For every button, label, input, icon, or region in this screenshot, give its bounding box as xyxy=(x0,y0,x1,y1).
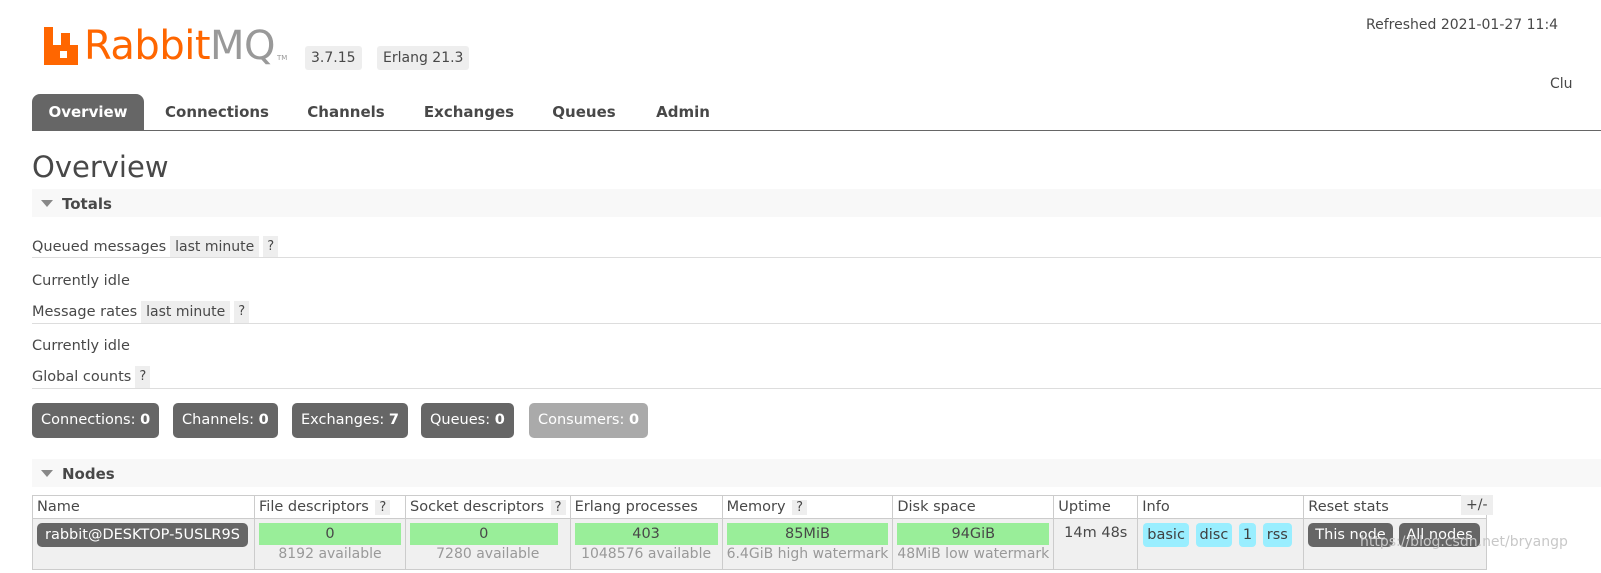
memory-watermark: 6.4GiB high watermark xyxy=(726,546,889,562)
help-icon[interactable]: ? xyxy=(234,301,250,323)
node-name-link[interactable]: rabbit@DESKTOP-5USLR9S xyxy=(37,523,248,547)
count-value: 0 xyxy=(258,412,269,428)
nodes-table: Name File descriptors ? Socket descripto… xyxy=(32,495,1488,570)
logo-text-rabbit: Rabbit xyxy=(84,23,211,69)
col-erlang-processes: Erlang processes xyxy=(569,495,723,519)
watermark-text: https://blog.csdn.net/bryangp xyxy=(1360,534,1568,550)
divider xyxy=(32,388,1601,389)
memory-bar: 85MiB xyxy=(726,523,889,545)
socket-descriptors-available: 7280 available xyxy=(436,546,540,562)
consumers-count-button[interactable]: Consumers: 0 xyxy=(529,403,649,438)
version-badge: 3.7.15 xyxy=(305,46,362,70)
cell-info: basic disc 1 rss xyxy=(1137,518,1305,570)
col-label: Memory xyxy=(726,499,786,515)
logo-text-mq: MQ xyxy=(210,23,276,69)
cell-erlang-processes: 403 1048576 available xyxy=(569,518,723,570)
rabbitmq-logo-icon xyxy=(44,27,78,65)
global-counts-row: Global counts ? xyxy=(32,366,151,388)
col-label: File descriptors xyxy=(259,499,369,515)
col-info: Info xyxy=(1137,495,1305,519)
tab-channels[interactable]: Channels xyxy=(298,94,394,130)
cell-socket-descriptors: 0 7280 available xyxy=(405,518,571,570)
tab-queues[interactable]: Queues xyxy=(544,94,624,130)
col-name: Name xyxy=(32,495,255,519)
col-file-descriptors: File descriptors ? xyxy=(254,495,406,519)
file-descriptors-bar: 0 xyxy=(259,523,401,545)
socket-descriptors-bar: 0 xyxy=(410,523,558,545)
help-icon[interactable]: ? xyxy=(550,500,566,515)
collapse-triangle-icon xyxy=(41,470,53,477)
nodes-section-header[interactable]: Nodes xyxy=(32,459,1601,487)
tab-overview[interactable]: Overview xyxy=(32,94,144,130)
tab-admin[interactable]: Admin xyxy=(646,94,720,130)
cell-memory: 85MiB 6.4GiB high watermark xyxy=(721,518,894,570)
queued-messages-row: Queued messages last minute ? xyxy=(32,236,279,258)
help-icon[interactable]: ? xyxy=(375,500,391,515)
help-icon[interactable]: ? xyxy=(135,366,151,388)
main-nav-tabs: Overview Connections Channels Exchanges … xyxy=(32,94,1601,131)
help-icon[interactable]: ? xyxy=(263,236,279,258)
nodes-title: Nodes xyxy=(62,465,115,483)
erlang-version-badge: Erlang 21.3 xyxy=(377,46,470,70)
col-label: Socket descriptors xyxy=(410,499,545,515)
tab-connections[interactable]: Connections xyxy=(158,94,276,130)
count-label: Channels: xyxy=(182,412,254,428)
table-header-row: Name File descriptors ? Socket descripto… xyxy=(32,495,1488,519)
channels-count-button[interactable]: Channels: 0 xyxy=(173,403,278,438)
cell-file-descriptors: 0 8192 available xyxy=(254,518,406,570)
exchanges-count-button[interactable]: Exchanges: 7 xyxy=(292,403,408,438)
disk-watermark: 48MiB low watermark xyxy=(897,546,1050,562)
count-value: 0 xyxy=(629,412,640,428)
tab-exchanges[interactable]: Exchanges xyxy=(416,94,522,130)
queued-period-selector[interactable]: last minute xyxy=(170,236,260,258)
connections-count-button[interactable]: Connections: 0 xyxy=(32,403,160,438)
page-title: Overview xyxy=(32,150,169,184)
message-rates-row: Message rates last minute ? xyxy=(32,301,250,323)
logo-trademark: TM xyxy=(277,54,288,62)
column-toggle-button[interactable]: +/- xyxy=(1461,495,1493,515)
count-label: Queues: xyxy=(430,412,491,428)
rates-period-selector[interactable]: last minute xyxy=(141,301,231,323)
count-value: 0 xyxy=(494,412,505,428)
totals-section-header[interactable]: Totals xyxy=(32,189,1601,217)
count-value: 0 xyxy=(140,412,151,428)
erlang-processes-available: 1048576 available xyxy=(581,546,712,562)
count-label: Consumers: xyxy=(538,412,625,428)
help-icon[interactable]: ? xyxy=(792,500,808,515)
info-tag-basic[interactable]: basic xyxy=(1143,523,1189,547)
info-tag-rss[interactable]: rss xyxy=(1262,523,1292,547)
info-tag-disc[interactable]: disc xyxy=(1195,523,1233,547)
totals-title: Totals xyxy=(62,195,112,213)
global-counts-label: Global counts xyxy=(32,369,132,385)
uptime-value: 14m 48s xyxy=(1064,525,1128,541)
cell-disk-space: 94GiB 48MiB low watermark xyxy=(892,518,1055,570)
col-reset-stats: Reset stats xyxy=(1303,495,1488,519)
count-value: 7 xyxy=(388,412,399,428)
erlang-processes-bar: 403 xyxy=(574,523,718,545)
refreshed-timestamp: Refreshed 2021-01-27 11:4 xyxy=(1366,17,1559,33)
cell-name: rabbit@DESKTOP-5USLR9S xyxy=(32,518,255,570)
col-memory: Memory ? xyxy=(721,495,894,519)
rates-idle-text: Currently idle xyxy=(32,338,130,354)
collapse-triangle-icon xyxy=(41,200,53,207)
count-label: Exchanges: xyxy=(301,412,385,428)
disk-space-bar: 94GiB xyxy=(897,523,1050,545)
rabbitmq-logo: RabbitMQ TM xyxy=(44,24,287,68)
queued-idle-text: Currently idle xyxy=(32,273,130,289)
divider xyxy=(32,257,1601,258)
cluster-name-partial: Clu xyxy=(1550,76,1573,92)
col-uptime: Uptime xyxy=(1053,495,1139,519)
queued-messages-label: Queued messages xyxy=(32,239,167,255)
cell-uptime: 14m 48s xyxy=(1053,518,1139,570)
count-label: Connections: xyxy=(41,412,136,428)
message-rates-label: Message rates xyxy=(32,304,138,320)
queues-count-button[interactable]: Queues: 0 xyxy=(421,403,514,438)
col-socket-descriptors: Socket descriptors ? xyxy=(405,495,571,519)
info-tag-count[interactable]: 1 xyxy=(1238,523,1257,547)
col-disk-space: Disk space xyxy=(892,495,1055,519)
table-row: rabbit@DESKTOP-5USLR9S 0 8192 available … xyxy=(32,518,1488,570)
divider xyxy=(32,323,1601,324)
file-descriptors-available: 8192 available xyxy=(278,546,382,562)
